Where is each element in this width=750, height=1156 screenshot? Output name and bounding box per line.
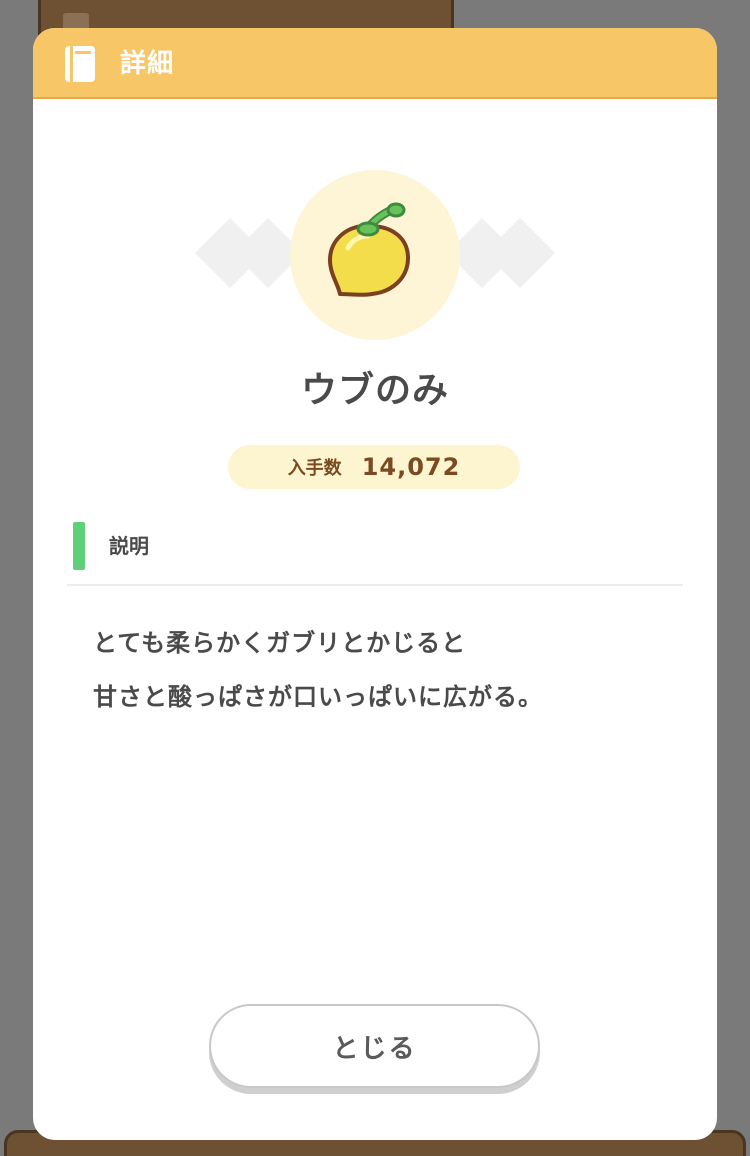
close-button[interactable]: とじる [209,1004,540,1088]
count-value: 14,072 [361,453,461,481]
notebook-icon [65,46,95,82]
item-description: とても柔らかくガブリとかじると 甘さと酸っぱさが口いっぱいに広がる。 [93,616,673,724]
description-line: 甘さと酸っぱさが口いっぱいに広がる。 [93,683,543,711]
section-divider [67,584,683,586]
section-accent-bar [73,522,85,570]
description-line: とても柔らかくガブリとかじると [93,629,467,657]
item-count-badge: 入手数 14,072 [228,445,520,489]
item-name: ウブのみ [300,370,449,411]
count-label: 入手数 [287,458,342,479]
detail-modal: 詳細 ウブのみ 入手数 14,072 説明 とても柔らかくガブリとかじると 甘さ… [33,28,717,1140]
close-button-label: とじる [332,1033,417,1064]
section-title: 説明 [109,534,149,558]
modal-header: 詳細 [33,28,717,99]
yellow-berry-icon [328,202,410,297]
modal-title: 詳細 [120,49,175,79]
